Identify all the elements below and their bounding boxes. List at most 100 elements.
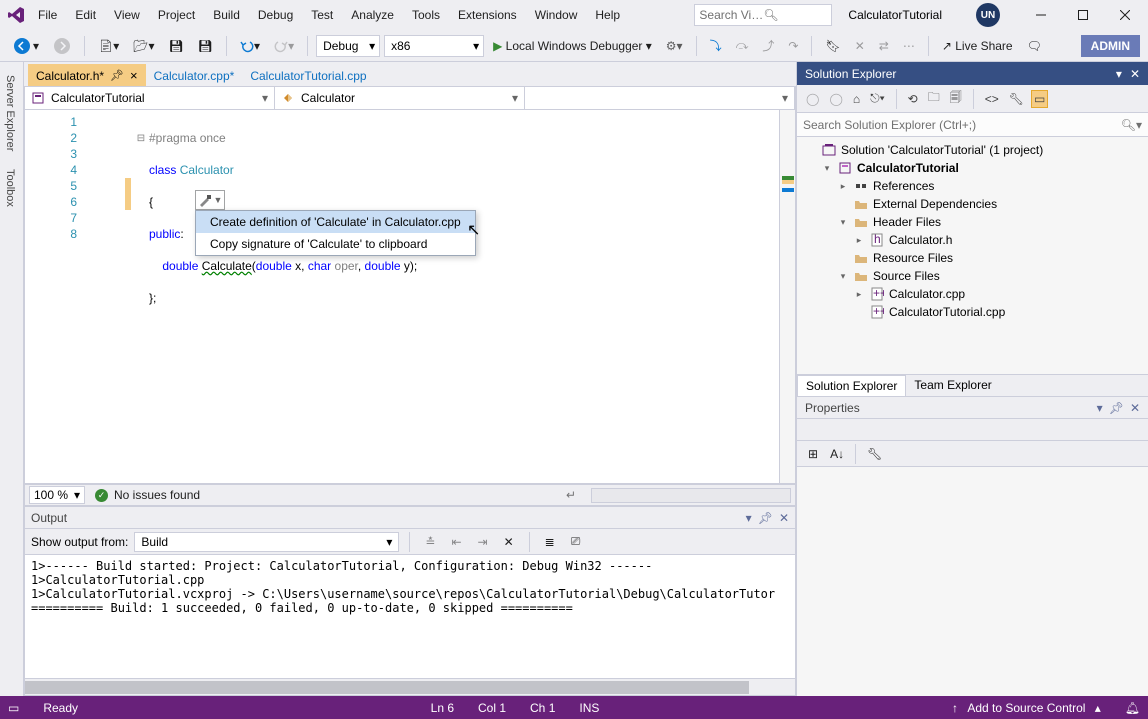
menu-test[interactable]: Test bbox=[303, 4, 341, 26]
btn-b[interactable]: ⇄ bbox=[874, 36, 894, 56]
horizontal-scrollbar[interactable] bbox=[591, 488, 791, 503]
quick-actions-button[interactable]: ▼ bbox=[195, 190, 225, 210]
user-avatar[interactable]: UN bbox=[976, 3, 1000, 27]
minimize-button[interactable] bbox=[1024, 4, 1058, 26]
doc-tab[interactable]: Calculator.cpp* bbox=[146, 64, 243, 86]
bookmark-button[interactable]: 🔖︎ bbox=[820, 36, 845, 56]
tree-node[interactable]: ▾Source Files bbox=[797, 267, 1148, 285]
tree-node[interactable]: ▸References bbox=[797, 177, 1148, 195]
menu-tools[interactable]: Tools bbox=[404, 4, 448, 26]
tree-node[interactable]: ++CalculatorTutorial.cpp bbox=[797, 303, 1148, 321]
maximize-button[interactable] bbox=[1066, 4, 1100, 26]
doc-tab[interactable]: Calculator.h*📌︎× bbox=[28, 64, 146, 86]
overview-ruler[interactable] bbox=[779, 110, 795, 483]
tree-node[interactable]: ▾Header Files bbox=[797, 213, 1148, 231]
output-source-dropdown[interactable]: Build▾ bbox=[134, 532, 399, 552]
expand-icon[interactable]: ▾ bbox=[821, 163, 833, 174]
btn-a[interactable]: ✕ bbox=[850, 36, 870, 56]
save-button[interactable]: 💾︎ bbox=[164, 36, 189, 56]
pin-icon[interactable]: 📌︎ bbox=[758, 511, 773, 525]
expand-icon[interactable]: ▸ bbox=[837, 181, 849, 192]
quick-launch-search[interactable]: Search Visual... 🔍︎ bbox=[694, 4, 832, 26]
code-lines[interactable]: #pragma once class Calculator { public: … bbox=[89, 110, 779, 483]
menu-debug[interactable]: Debug bbox=[250, 4, 301, 26]
solution-tree[interactable]: Solution 'CalculatorTutorial' (1 project… bbox=[797, 137, 1148, 374]
pin-icon[interactable]: 📌︎ bbox=[1109, 401, 1124, 415]
nav-project-dropdown[interactable]: CalculatorTutorial ▾ bbox=[25, 87, 275, 109]
menu-project[interactable]: Project bbox=[150, 4, 203, 26]
wrench-button[interactable]: 🔧︎ bbox=[862, 444, 887, 464]
side-tab-server-explorer[interactable]: Server Explorer bbox=[0, 66, 23, 160]
toggle-button[interactable]: ⎚ bbox=[566, 531, 586, 552]
pin-icon[interactable]: 📌︎ bbox=[110, 69, 124, 82]
tree-node[interactable]: ▸hCalculator.h bbox=[797, 231, 1148, 249]
line-ending-button[interactable]: ↵ bbox=[561, 485, 581, 505]
btn-c[interactable]: ⋯ bbox=[898, 36, 920, 56]
output-text[interactable]: 1>------ Build started: Project: Calcula… bbox=[25, 555, 795, 678]
expand-icon[interactable]: ▾ bbox=[837, 271, 849, 282]
redo-button[interactable]: ▾ bbox=[269, 36, 299, 56]
doc-tab[interactable]: CalculatorTutorial.cpp bbox=[242, 64, 374, 86]
toggle-icon[interactable]: ⎋▾ bbox=[867, 89, 888, 108]
nav-class-dropdown[interactable]: Calculator ▾ bbox=[275, 87, 525, 109]
find-message-button[interactable]: ≛ bbox=[420, 532, 440, 552]
step-into-button[interactable]: ⤵︎ bbox=[705, 34, 727, 57]
alphabetical-button[interactable]: A↓ bbox=[825, 444, 849, 464]
quickfix-item[interactable]: Create definition of 'Calculate' in Calc… bbox=[196, 211, 475, 233]
properties-icon[interactable]: 🔧︎ bbox=[1006, 90, 1027, 108]
close-icon[interactable]: ✕ bbox=[1130, 401, 1140, 415]
close-icon[interactable]: × bbox=[130, 68, 138, 83]
menu-analyze[interactable]: Analyze bbox=[343, 4, 402, 26]
code-icon[interactable]: <> bbox=[982, 90, 1002, 108]
expand-icon[interactable]: ▸ bbox=[853, 235, 865, 246]
debug-target-button[interactable]: ⚙︎▾ bbox=[661, 36, 688, 56]
preview-icon[interactable]: ▭ bbox=[1031, 90, 1048, 108]
explorer-tab[interactable]: Solution Explorer bbox=[797, 375, 906, 397]
close-icon[interactable]: ✕ bbox=[1130, 67, 1140, 81]
home-icon[interactable]: ⌂ bbox=[850, 90, 863, 108]
menu-help[interactable]: Help bbox=[587, 4, 628, 26]
open-button[interactable]: 📂︎▾ bbox=[128, 36, 159, 56]
dropdown-icon[interactable]: ▾ bbox=[1097, 401, 1103, 415]
show-all-icon[interactable]: 🗀︎ bbox=[925, 86, 943, 111]
close-icon[interactable]: ✕ bbox=[779, 511, 789, 525]
back-icon[interactable]: ◯ bbox=[803, 90, 822, 108]
properties-grid[interactable] bbox=[797, 467, 1148, 696]
step-over-button[interactable]: ⤼ bbox=[731, 35, 754, 56]
quickfix-item[interactable]: Copy signature of 'Calculate' to clipboa… bbox=[196, 233, 475, 255]
menu-window[interactable]: Window bbox=[527, 4, 586, 26]
config-dropdown[interactable]: Debug▾ bbox=[316, 35, 380, 57]
dropdown-icon[interactable]: ▾ bbox=[1116, 67, 1122, 81]
undo-button[interactable]: ▾ bbox=[235, 36, 265, 56]
menu-view[interactable]: View bbox=[106, 4, 148, 26]
clear-button[interactable]: ✕︎ bbox=[499, 532, 519, 552]
code-editor[interactable]: 12345678 ⊟ #pragma once class Calculator… bbox=[24, 110, 796, 484]
dropdown-icon[interactable]: ▾ bbox=[746, 511, 752, 525]
menu-edit[interactable]: Edit bbox=[67, 4, 104, 26]
tree-node[interactable]: External Dependencies bbox=[797, 195, 1148, 213]
prev-message-button[interactable]: ⇤ bbox=[446, 532, 466, 552]
fold-column[interactable]: ⊟ bbox=[135, 114, 147, 210]
refresh-icon[interactable]: 🗐︎ bbox=[947, 86, 965, 111]
source-control-button[interactable]: ↑ Add to Source Control ▴ bbox=[952, 701, 1101, 715]
tree-node[interactable]: Resource Files bbox=[797, 249, 1148, 267]
tree-node[interactable]: ▸++Calculator.cpp bbox=[797, 285, 1148, 303]
start-debugger-button[interactable]: ▶ Local Windows Debugger ▾ bbox=[488, 36, 657, 56]
save-all-button[interactable]: 💾︎ bbox=[193, 36, 218, 56]
notifications-icon[interactable]: 🔔︎ bbox=[1125, 701, 1140, 715]
categorized-button[interactable]: ⊞ bbox=[803, 444, 823, 464]
platform-dropdown[interactable]: x86▾ bbox=[384, 35, 484, 57]
solution-explorer-search[interactable]: Search Solution Explorer (Ctrl+;) 🔍︎▾ bbox=[797, 113, 1148, 137]
next-message-button[interactable]: ⇥ bbox=[473, 532, 493, 552]
tree-node[interactable]: Solution 'CalculatorTutorial' (1 project… bbox=[797, 141, 1148, 159]
menu-file[interactable]: File bbox=[30, 4, 65, 26]
sync-icon[interactable]: ⟲ bbox=[905, 90, 921, 108]
new-project-button[interactable]: 📄︎▾ bbox=[93, 36, 124, 56]
properties-combo[interactable] bbox=[797, 419, 1148, 441]
menu-build[interactable]: Build bbox=[205, 4, 248, 26]
side-tab-toolbox[interactable]: Toolbox bbox=[0, 160, 23, 216]
expand-icon[interactable]: ▸ bbox=[853, 289, 865, 300]
word-wrap-button[interactable]: ≣ bbox=[540, 532, 560, 552]
feedback-button[interactable]: 🗨︎ bbox=[1022, 36, 1047, 56]
live-share-button[interactable]: ↗ Live Share bbox=[937, 36, 1018, 56]
